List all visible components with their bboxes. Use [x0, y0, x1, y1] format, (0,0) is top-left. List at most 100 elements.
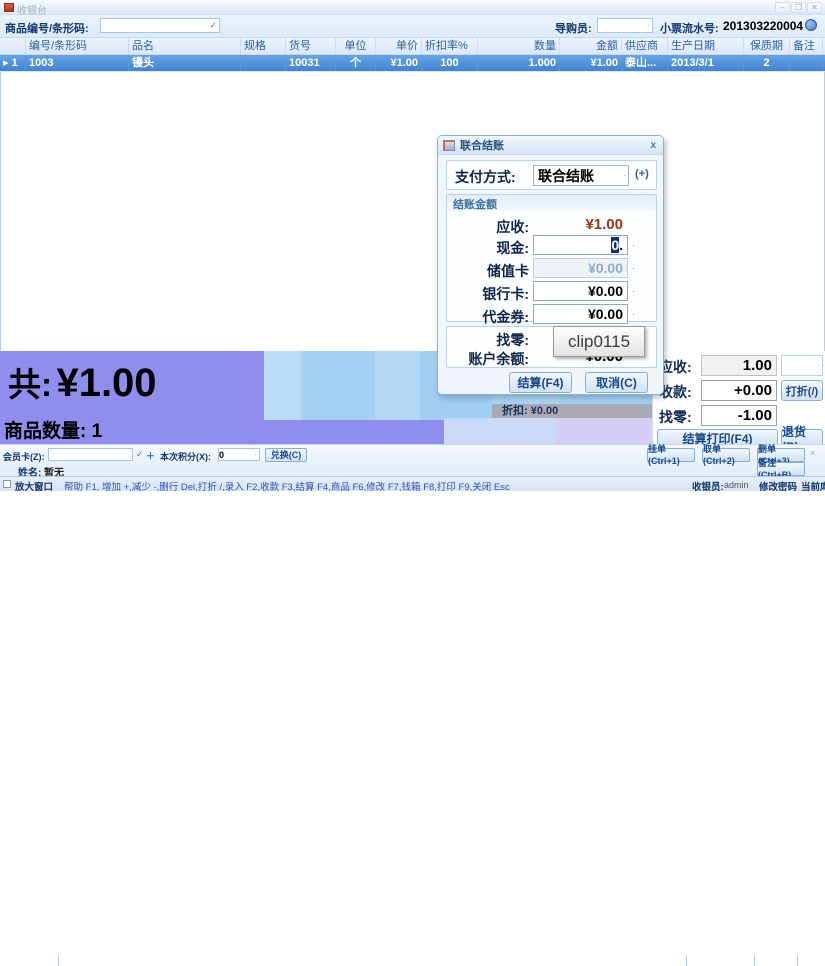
panel-received-field[interactable]: +0.00	[701, 380, 777, 401]
voucher-dropdown-icon[interactable]: ·	[632, 309, 635, 319]
member-bar: 会员卡(Z): ✓ ＋ 本次积分(X): 0 · 兑换(C) 挂单(Ctrl+1…	[0, 444, 825, 476]
hold-order-button[interactable]: 挂单(Ctrl+1)	[647, 448, 695, 462]
col-header-price[interactable]: 单价	[376, 38, 422, 54]
combo-check-icon[interactable]: ✓	[209, 20, 219, 31]
guide-label: 导购员:	[555, 20, 592, 36]
voucher-label: 代金券:	[447, 307, 529, 327]
row-number: 1	[12, 57, 18, 69]
receipt-label: 小票流水号:	[660, 20, 719, 36]
app-icon	[4, 3, 14, 12]
col-header-remark[interactable]: 备注	[790, 38, 823, 54]
dialog-icon	[443, 140, 455, 151]
barcode-input[interactable]: ✓	[100, 18, 220, 33]
settle-button[interactable]: 结算(F4)	[509, 372, 572, 393]
cashier-name: admin	[724, 480, 749, 490]
cell-supplier[interactable]: 泰山...	[622, 55, 668, 71]
voucher-input[interactable]: ¥0.00	[533, 304, 628, 324]
col-header-indicator	[0, 38, 26, 54]
bank-dropdown-icon[interactable]: ·	[632, 286, 635, 296]
due-value: ¥1.00	[533, 216, 623, 233]
exchange-button[interactable]: 兑换(C)	[265, 448, 307, 462]
points-input[interactable]: 0 ·	[218, 448, 260, 461]
discount-label: 折扣:	[502, 405, 528, 417]
amounts-group-title: 结账金额	[453, 199, 497, 211]
retrieve-order-button[interactable]: 取单(Ctrl+2)	[702, 448, 750, 462]
balance-label: 账户余额:	[447, 349, 529, 369]
stored-dropdown-icon: ·	[632, 263, 635, 273]
status-bar: 放大窗口 帮助 F1, 增加 +,减少 -,删行 Del,打折 /,录入 F2,…	[0, 476, 825, 491]
panel-combo-dot-icon[interactable]: ·	[817, 361, 822, 370]
points-dropdown-icon[interactable]: ·	[254, 450, 259, 459]
dialog-title-bar[interactable]: 联合结账 x	[438, 136, 663, 155]
cash-dropdown-icon[interactable]: ·	[632, 240, 635, 250]
grand-total-value: ¥1.00	[56, 361, 156, 405]
col-header-art[interactable]: 货号	[286, 38, 336, 54]
panel-due-field: 1.00	[701, 355, 777, 376]
cell-code[interactable]: 1003	[26, 55, 129, 71]
tooltip-text: clip0115	[568, 332, 630, 352]
tooltip: clip0115	[553, 326, 645, 357]
cell-remark[interactable]	[790, 55, 823, 71]
combo-dropdown-icon[interactable]: ·	[647, 21, 652, 30]
pay-method-label: 支付方式:	[455, 167, 516, 187]
cell-price[interactable]: ¥1.00	[376, 55, 422, 71]
discount-button[interactable]: 打折(/)	[781, 380, 823, 401]
zoom-window-checkbox[interactable]	[3, 480, 11, 488]
cancel-button[interactable]: 取消(C)	[585, 372, 648, 393]
lavender-strip	[556, 418, 652, 444]
discount-value: ¥0.00	[531, 405, 559, 417]
purple-strip	[264, 420, 444, 444]
col-header-unit[interactable]: 单位	[336, 38, 376, 54]
bank-card-input[interactable]: ¥0.00	[533, 281, 628, 301]
add-pay-method-button[interactable]: (+)	[635, 168, 649, 180]
dialog-close-icon[interactable]: x	[650, 140, 656, 151]
member-card-input[interactable]	[48, 448, 133, 461]
cell-unit[interactable]: 个	[336, 55, 376, 71]
restore-button-icon[interactable]: ❐	[791, 2, 806, 13]
panel-change-field: -1.00	[701, 405, 777, 426]
col-header-code[interactable]: 编号/条形码	[26, 38, 129, 54]
due-label: 应收:	[447, 217, 529, 237]
cell-shelf[interactable]: 2	[744, 55, 790, 71]
col-header-spec[interactable]: 规格	[241, 38, 286, 54]
cash-input[interactable]: 0.	[533, 235, 628, 255]
col-header-rate[interactable]: 折扣率%	[422, 38, 478, 54]
item-count-value: 1	[92, 421, 103, 442]
cell-amount[interactable]: ¥1.00	[560, 55, 622, 71]
cell-rate[interactable]: 100	[422, 55, 478, 71]
table-header-row: 编号/条形码 品名 规格 货号 单位 单价 折扣率% 数量 金额 供应商 生产日…	[0, 37, 825, 55]
cell-spec[interactable]	[241, 55, 286, 71]
points-label: 本次积分(X):	[160, 450, 211, 463]
change-label: 找零:	[447, 330, 529, 350]
col-header-shelf[interactable]: 保质期	[744, 38, 790, 54]
member-add-icon[interactable]: ＋	[146, 449, 155, 462]
grand-total-label: 共:	[8, 366, 52, 403]
bar-close-icon[interactable]: ×	[810, 448, 815, 458]
guide-input[interactable]: ·	[597, 18, 653, 33]
note-button[interactable]: 备注(Ctrl+B)	[757, 462, 805, 476]
stored-card-label: 储值卡	[447, 261, 529, 281]
col-header-name[interactable]: 品名	[129, 38, 241, 54]
col-header-qty[interactable]: 数量	[478, 38, 560, 54]
barcode-label: 商品编号/条形码:	[5, 20, 89, 36]
cash-label: 现金:	[447, 238, 529, 258]
col-header-supplier[interactable]: 供应商	[622, 38, 668, 54]
dialog-title: 联合结账	[460, 137, 504, 153]
col-header-date[interactable]: 生产日期	[668, 38, 744, 54]
top-toolbar: 商品编号/条形码: ✓ 导购员: · 小票流水号: 201303220004	[0, 15, 825, 37]
minimize-button-icon[interactable]: –	[775, 2, 790, 13]
panel-combo[interactable]: ·	[781, 355, 823, 376]
member-check-icon[interactable]: ✓	[136, 449, 144, 460]
cell-date[interactable]: 2013/3/1	[668, 55, 744, 71]
receipt-flow-icon[interactable]	[805, 19, 817, 31]
amounts-group-header: 结账金额	[447, 195, 656, 211]
cell-art[interactable]: 10031	[286, 55, 336, 71]
close-button-icon[interactable]: ✕	[807, 2, 822, 13]
col-header-amount[interactable]: 金额	[560, 38, 622, 54]
pay-method-select[interactable]: 联合结账 ·	[533, 165, 629, 186]
cell-name[interactable]: 镘头	[129, 55, 241, 71]
cell-qty[interactable]: 1.000	[478, 55, 560, 71]
table-row[interactable]: ▸ 1 1003 镘头 10031 个 ¥1.00 100 1.000 ¥1.0…	[0, 55, 825, 72]
member-label: 会员卡(Z):	[3, 450, 45, 463]
pay-method-dropdown-icon[interactable]: ·	[623, 171, 628, 180]
